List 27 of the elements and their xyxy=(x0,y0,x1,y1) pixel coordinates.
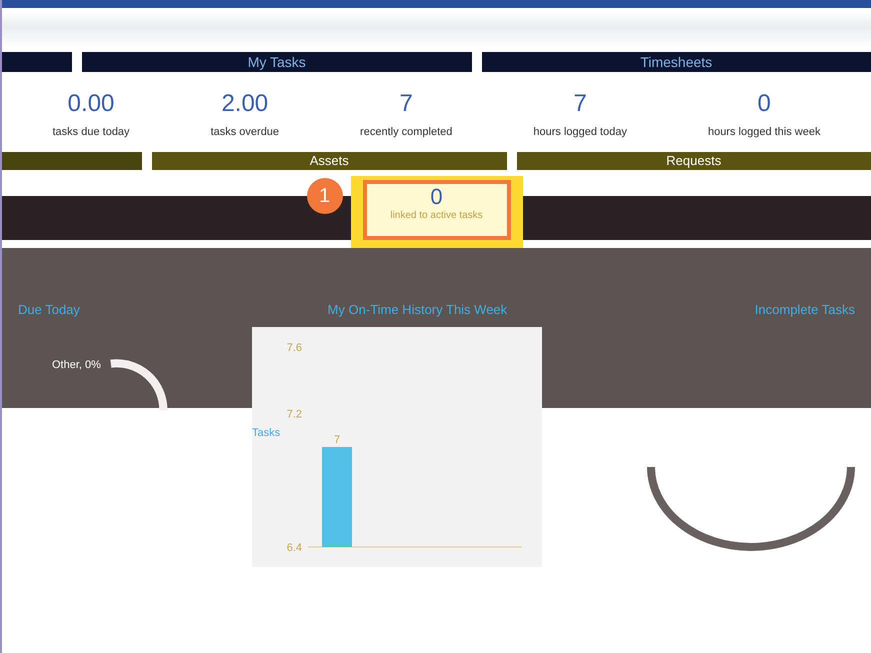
tick-label: 7.6 xyxy=(286,342,302,354)
stat-label: hours logged this week xyxy=(708,126,820,138)
stat-label: recently completed xyxy=(360,126,452,138)
tick-label: 7.2 xyxy=(286,408,302,421)
data-label: 7 xyxy=(334,434,340,446)
panel-title: My On-Time History This Week xyxy=(328,302,508,317)
step-badge: 1 xyxy=(306,178,342,214)
panel-title: Due Today xyxy=(18,302,80,317)
axis-title: Tasks xyxy=(252,427,280,439)
tab[interactable]: Timesheets xyxy=(482,52,871,72)
panel-title: Incomplete Tasks xyxy=(754,302,855,317)
tick-label: 6.4 xyxy=(286,542,302,554)
popup-label: linked to active tasks xyxy=(390,210,483,221)
donut-label: Other, 0% xyxy=(52,359,101,371)
stat-label: hours logged today xyxy=(533,126,627,138)
section-header: Requests xyxy=(516,152,871,170)
stat-value: 0.00 xyxy=(68,90,114,118)
tab[interactable]: My Tasks xyxy=(82,52,472,72)
stat-value: 7 xyxy=(400,90,413,118)
stat-value: 7 xyxy=(573,90,587,118)
stat-label: tasks overdue xyxy=(210,126,280,138)
stat-value: 2.00 xyxy=(221,90,268,118)
popup-value: 0 xyxy=(430,184,443,210)
menu-tab[interactable] xyxy=(2,52,72,72)
stat-label: tasks due today xyxy=(52,126,130,138)
section-header: Assets xyxy=(152,152,506,170)
stat-value: 0 xyxy=(758,90,771,118)
